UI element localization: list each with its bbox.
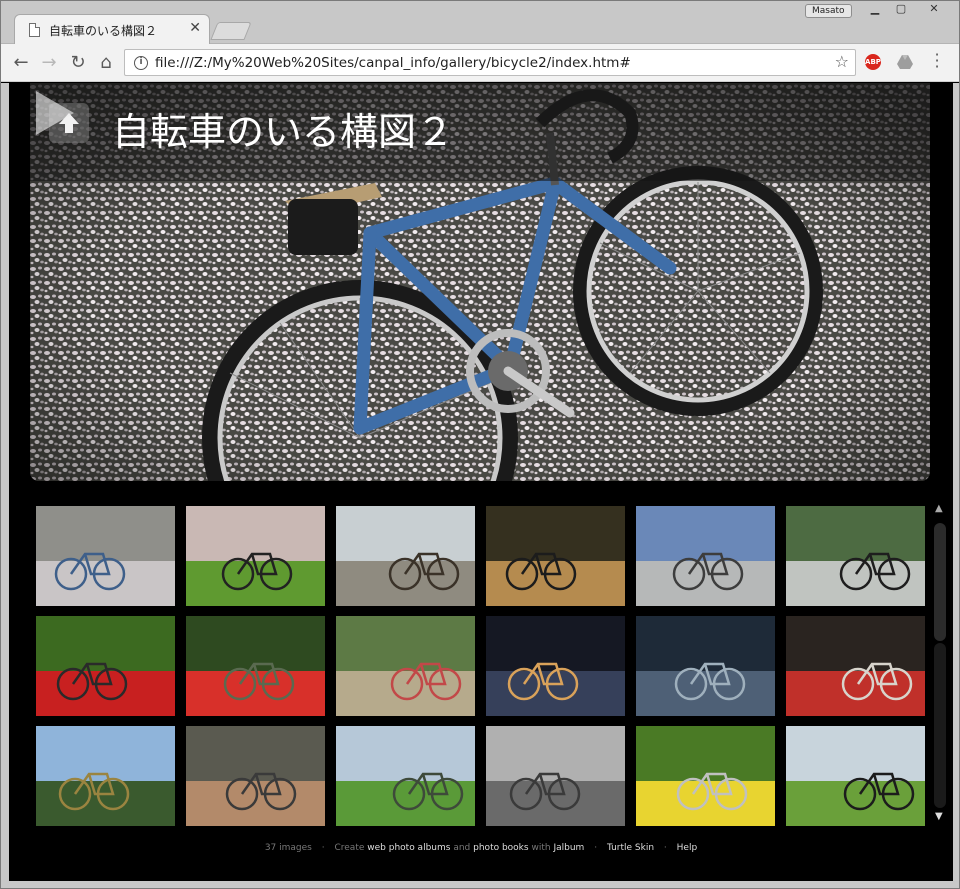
footer: 37 images · Create web photo albums and … bbox=[9, 843, 953, 853]
scroll-down-icon[interactable]: ▼ bbox=[935, 811, 943, 822]
footer-and-text: and bbox=[453, 843, 471, 853]
new-tab-button[interactable] bbox=[210, 22, 252, 40]
title-bar: 自転車のいる構図２ ✕ Masato ▁ ▢ ✕ bbox=[0, 0, 960, 44]
url-text[interactable]: file:///Z:/My%20Web%20Sites/canpal_info/… bbox=[155, 55, 631, 71]
thumbnail-grid bbox=[36, 506, 926, 826]
profile-badge[interactable]: Masato bbox=[805, 4, 852, 18]
thumb-bike-cherry-blossoms-image bbox=[186, 506, 325, 606]
browser-tab[interactable]: 自転車のいる構図２ ✕ bbox=[14, 14, 210, 44]
thumb-meadow-bike[interactable] bbox=[786, 726, 925, 826]
gallery-page: 自転車のいる構図２ ▲ ▼ 37 images · Create web pho… bbox=[9, 83, 953, 881]
thumb-yellow-flowers-image bbox=[636, 726, 775, 826]
address-bar[interactable]: i file:///Z:/My%20Web%20Sites/canpal_inf… bbox=[124, 49, 856, 76]
thumb-castle-pond-image bbox=[36, 726, 175, 826]
window-frame-left bbox=[0, 83, 9, 881]
footer-separator: · bbox=[594, 843, 598, 853]
thumb-dome-building[interactable] bbox=[636, 506, 775, 606]
turtle-skin-link[interactable]: Turtle Skin bbox=[607, 843, 654, 853]
close-tab-icon[interactable]: ✕ bbox=[189, 20, 201, 36]
kebab-menu-icon[interactable]: · · · bbox=[930, 47, 944, 75]
scroll-up-icon[interactable]: ▲ bbox=[935, 503, 943, 514]
info-icon[interactable]: i bbox=[134, 56, 148, 70]
help-link[interactable]: Help bbox=[677, 843, 698, 853]
main-photo[interactable]: 自転車のいる構図２ bbox=[30, 83, 930, 481]
thumb-red-lilies[interactable] bbox=[186, 616, 325, 716]
thumb-window-table[interactable] bbox=[636, 616, 775, 716]
reload-icon[interactable]: ↻ bbox=[66, 51, 90, 75]
thumb-bike-on-petals-image bbox=[36, 506, 175, 606]
browser-toolbar: ← → ↻ ⌂ i file:///Z:/My%20Web%20Sites/ca… bbox=[0, 44, 960, 82]
thumb-bike-on-petals[interactable] bbox=[36, 506, 175, 606]
home-icon[interactable]: ⌂ bbox=[94, 51, 118, 75]
page-title: 自転車のいる構図２ bbox=[112, 110, 455, 154]
thumb-yellow-flowers[interactable] bbox=[636, 726, 775, 826]
footer-separator: · bbox=[321, 843, 325, 853]
thumb-folding-bike-forest-image bbox=[786, 506, 925, 606]
thumb-castle-pond[interactable] bbox=[36, 726, 175, 826]
maximize-icon[interactable]: ▢ bbox=[888, 2, 914, 18]
thumb-foggy-bridge-image bbox=[486, 726, 625, 826]
thumb-village-path-image bbox=[336, 616, 475, 716]
thumb-red-train[interactable] bbox=[786, 616, 925, 716]
web-albums-link[interactable]: web photo albums bbox=[367, 843, 450, 853]
minimize-icon[interactable]: ▁ bbox=[862, 2, 888, 18]
close-window-icon[interactable]: ✕ bbox=[915, 2, 953, 18]
photo-books-link[interactable]: photo books bbox=[473, 843, 528, 853]
window-frame-right bbox=[953, 83, 960, 881]
thumb-window-table-image bbox=[636, 616, 775, 716]
thumb-folding-bike-forest[interactable] bbox=[786, 506, 925, 606]
thumb-bike-picnic[interactable] bbox=[486, 506, 625, 606]
arrow-right-icon[interactable]: → bbox=[37, 51, 61, 75]
thumb-bike-cherry-blossoms[interactable] bbox=[186, 506, 325, 606]
image-count: 37 images bbox=[264, 843, 312, 853]
thumb-bike-picnic-image bbox=[486, 506, 625, 606]
thumb-foggy-bridge[interactable] bbox=[486, 726, 625, 826]
page-icon bbox=[29, 23, 40, 37]
thumbnail-scrollbar[interactable]: ▲ ▼ bbox=[931, 503, 949, 828]
footer-with-text: with bbox=[531, 843, 551, 853]
thumb-red-flowers-bike[interactable] bbox=[36, 616, 175, 716]
thumb-rice-field-image bbox=[336, 726, 475, 826]
thumb-red-lilies-image bbox=[186, 616, 325, 716]
star-icon[interactable]: ☆ bbox=[835, 52, 849, 71]
arrow-left-icon[interactable]: ← bbox=[9, 51, 33, 75]
jalbum-link[interactable]: Jalbum bbox=[553, 843, 584, 853]
thumb-pier-lake[interactable] bbox=[336, 506, 475, 606]
thumb-meadow-bike-image bbox=[786, 726, 925, 826]
thumb-red-train-image bbox=[786, 616, 925, 716]
drive-extension-icon[interactable] bbox=[896, 54, 914, 70]
thumb-dark-shop-image bbox=[486, 616, 625, 716]
adblock-extension-icon[interactable]: ABP bbox=[865, 54, 881, 70]
thumb-lakeside-rail-image bbox=[186, 726, 325, 826]
window-frame-bottom bbox=[0, 881, 960, 889]
footer-separator: · bbox=[663, 843, 667, 853]
footer-create-text: Create bbox=[334, 843, 365, 853]
thumb-lakeside-rail[interactable] bbox=[186, 726, 325, 826]
thumb-village-path[interactable] bbox=[336, 616, 475, 716]
thumb-pier-lake-image bbox=[336, 506, 475, 606]
thumb-red-flowers-bike-image bbox=[36, 616, 175, 716]
scroll-thumb[interactable] bbox=[934, 523, 946, 641]
tab-title: 自転車のいる構図２ bbox=[49, 24, 158, 38]
thumb-dark-shop[interactable] bbox=[486, 616, 625, 716]
scroll-track[interactable] bbox=[934, 643, 946, 808]
thumb-rice-field[interactable] bbox=[336, 726, 475, 826]
next-arrow-icon[interactable] bbox=[30, 83, 80, 143]
thumb-dome-building-image bbox=[636, 506, 775, 606]
